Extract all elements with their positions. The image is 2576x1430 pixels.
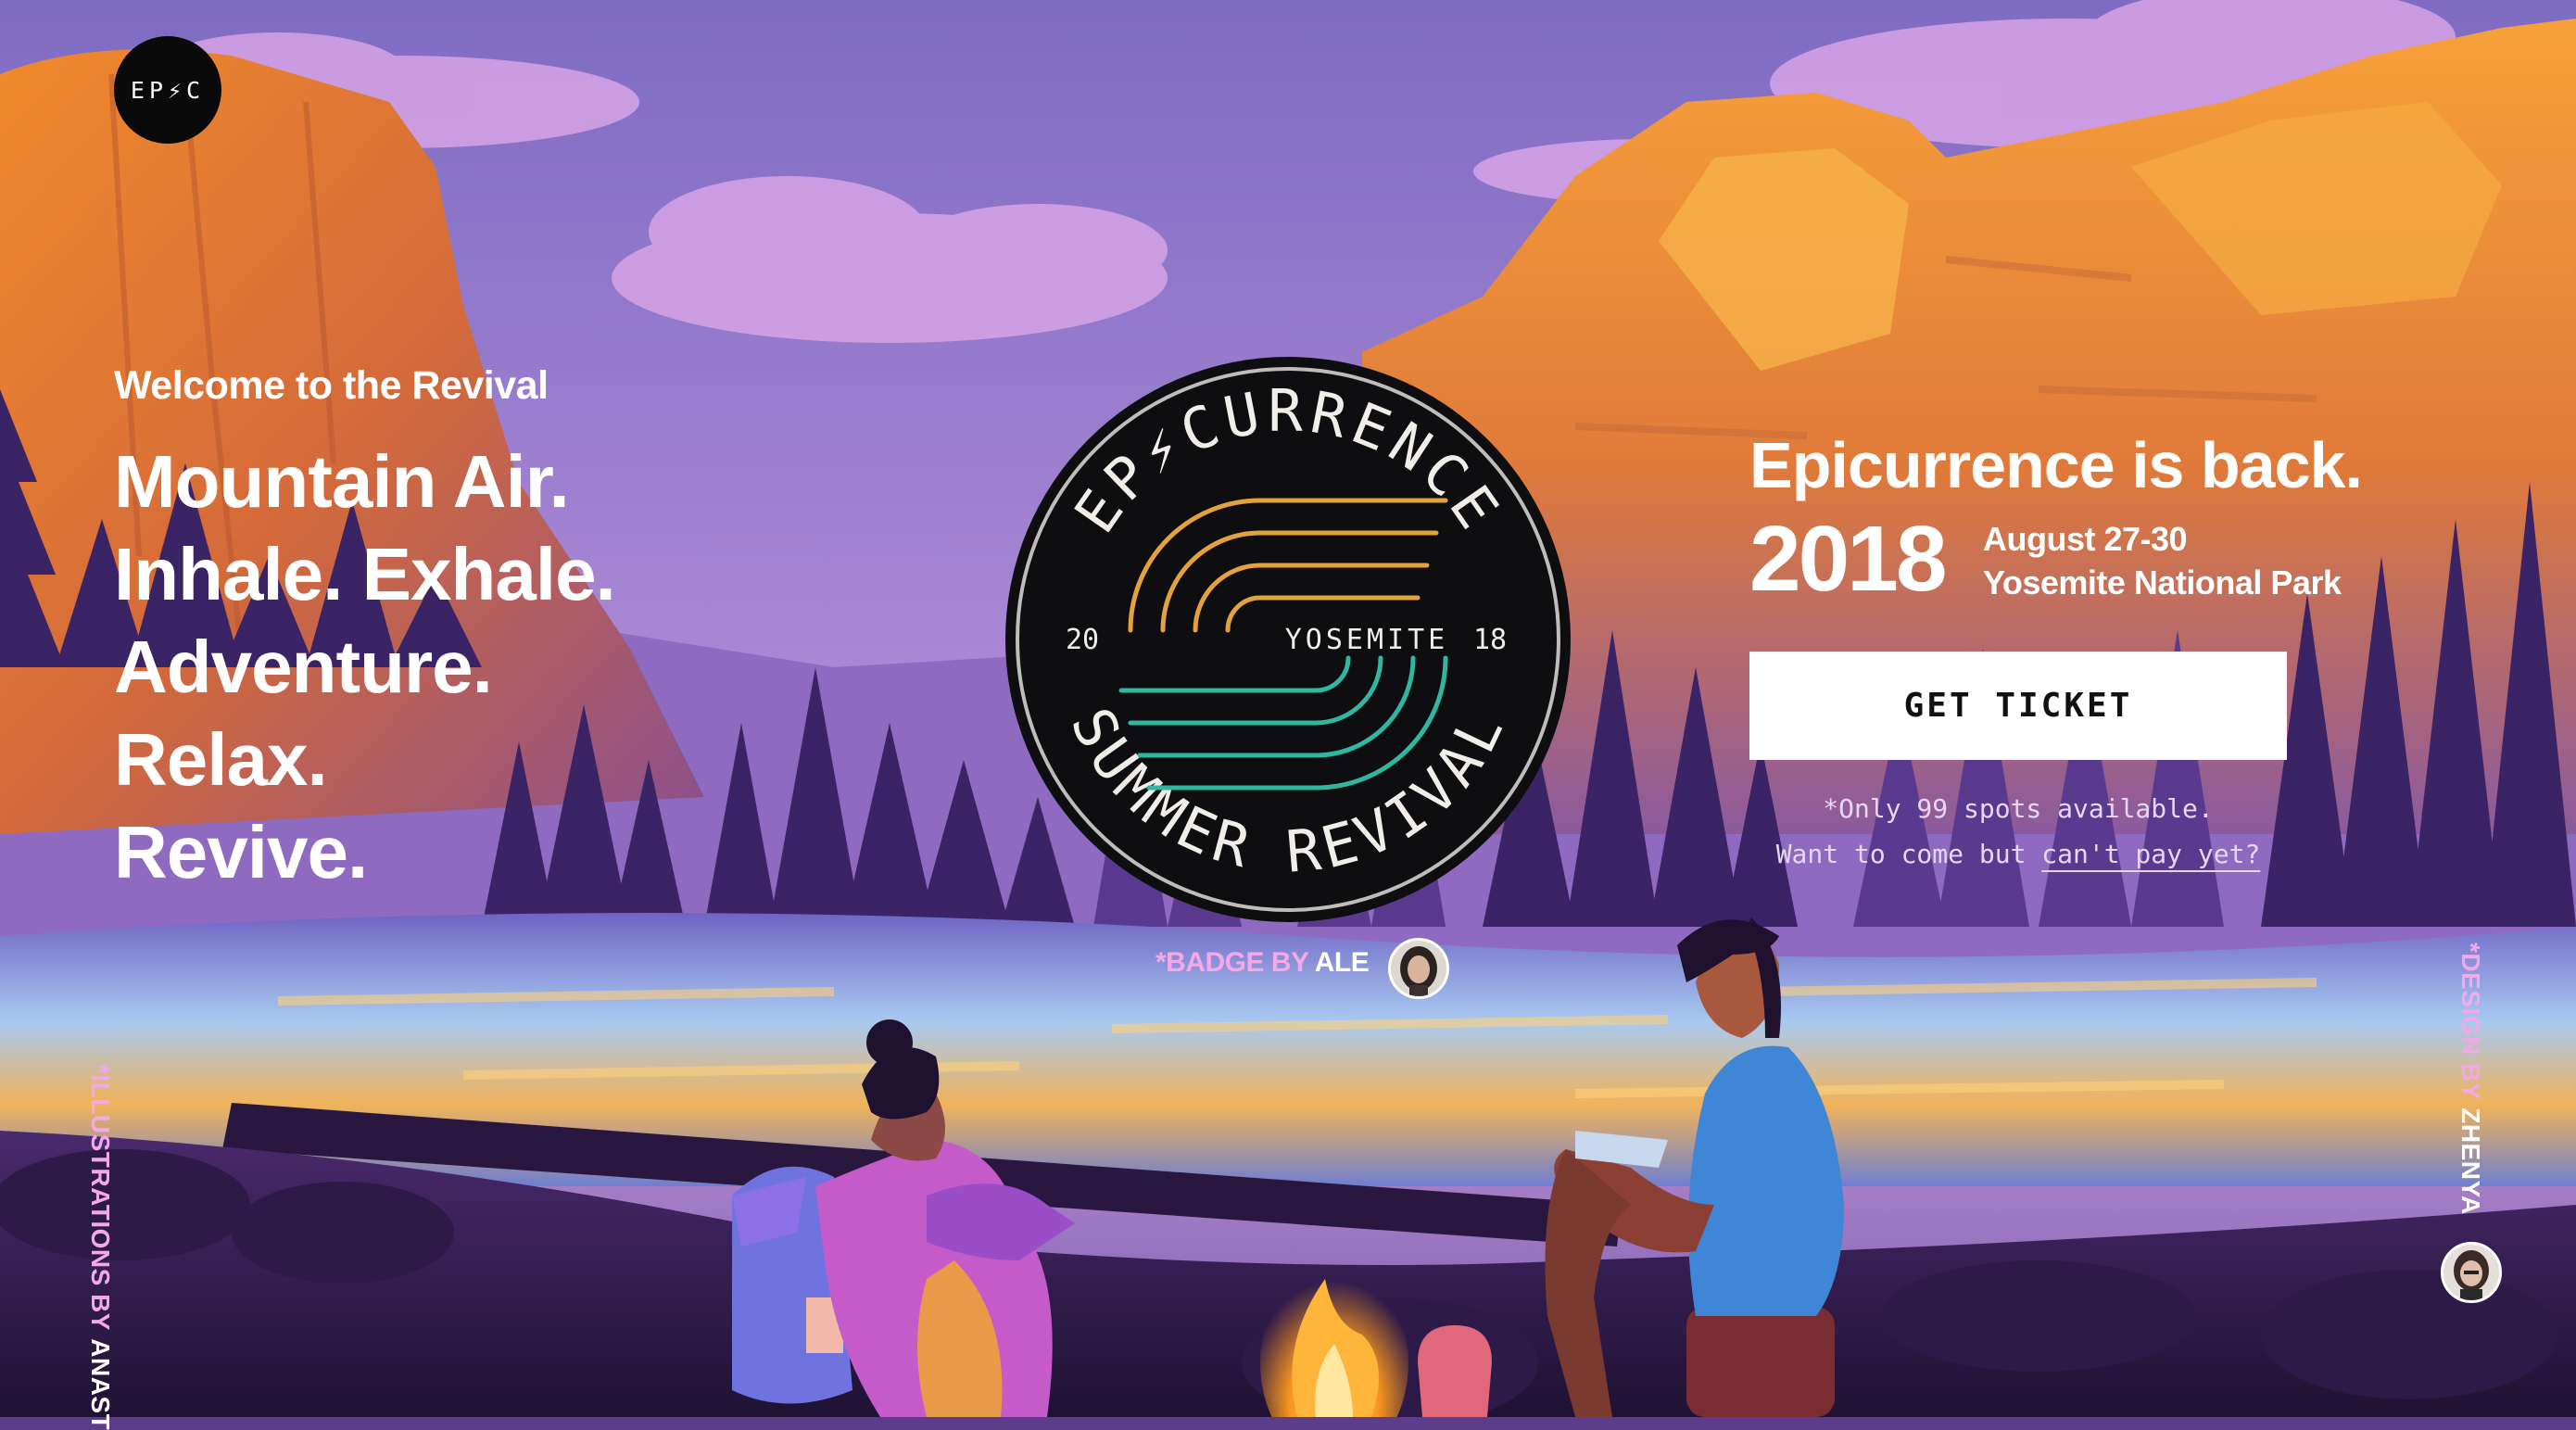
badge-location: YOSEMITE — [1285, 624, 1449, 656]
badge-credit-name[interactable]: ALE — [1315, 947, 1370, 978]
illustrations-credit-name[interactable]: ANAST — [86, 1338, 115, 1430]
headline-line: Mountain Air. — [114, 440, 570, 523]
design-credit-name[interactable]: ZHENYA — [2456, 1107, 2485, 1215]
epic-logo[interactable]: EP⚡C — [114, 36, 221, 144]
avatar-portrait-icon — [1391, 941, 1446, 996]
welcome-subtitle: Welcome to the Revival — [114, 363, 549, 408]
illustrations-credit-prefix: *ILLUSTRATIONS BY — [86, 1064, 115, 1331]
design-credit: *DESIGN BY ZHENYA — [2456, 943, 2485, 1215]
avatar-portrait-icon — [2443, 1245, 2499, 1300]
cant-pay-prefix: Want to come but — [1775, 839, 2027, 869]
design-credit-prefix: *DESIGN BY — [2456, 943, 2485, 1100]
badge-credit-prefix: *BADGE BY — [1155, 947, 1308, 978]
event-venue: Yosemite National Park — [1983, 563, 2342, 601]
cant-pay-line: Want to come but can't pay yet? — [1749, 839, 2287, 869]
designer-avatar[interactable] — [2441, 1242, 2502, 1303]
headline-line: Inhale. Exhale. — [114, 533, 616, 615]
get-ticket-button[interactable]: GET TICKET — [1749, 652, 2287, 760]
event-details: August 27-30 Yosemite National Park — [1983, 517, 2342, 604]
hero-headlines: Mountain Air. Inhale. Exhale. Adventure.… — [114, 436, 616, 899]
event-dates: August 27-30 — [1983, 520, 2188, 558]
badge-year-right: 18 — [1473, 624, 1507, 656]
badge-year-left: 20 — [1066, 624, 1099, 656]
event-tagline: Epicurrence is back. — [1749, 429, 2363, 501]
badge-artist-avatar[interactable] — [1388, 938, 1449, 999]
headline-line: Adventure. — [114, 626, 493, 708]
badge-credit: *BADGE BY ALE — [1155, 947, 1370, 979]
headline-line: Relax. — [114, 718, 328, 801]
spots-note: *Only 99 spots available. — [1823, 793, 2214, 824]
event-year: 2018 — [1749, 507, 1947, 611]
illustrations-credit: *ILLUSTRATIONS BY ANAST — [85, 1064, 115, 1430]
cant-pay-link[interactable]: can't pay yet? — [2041, 839, 2260, 869]
headline-line: Revive. — [114, 811, 368, 893]
summer-revival-badge: EP⚡CURRENCE SUMMER REVIVAL 20 18 YOSEMIT… — [1005, 357, 1571, 922]
